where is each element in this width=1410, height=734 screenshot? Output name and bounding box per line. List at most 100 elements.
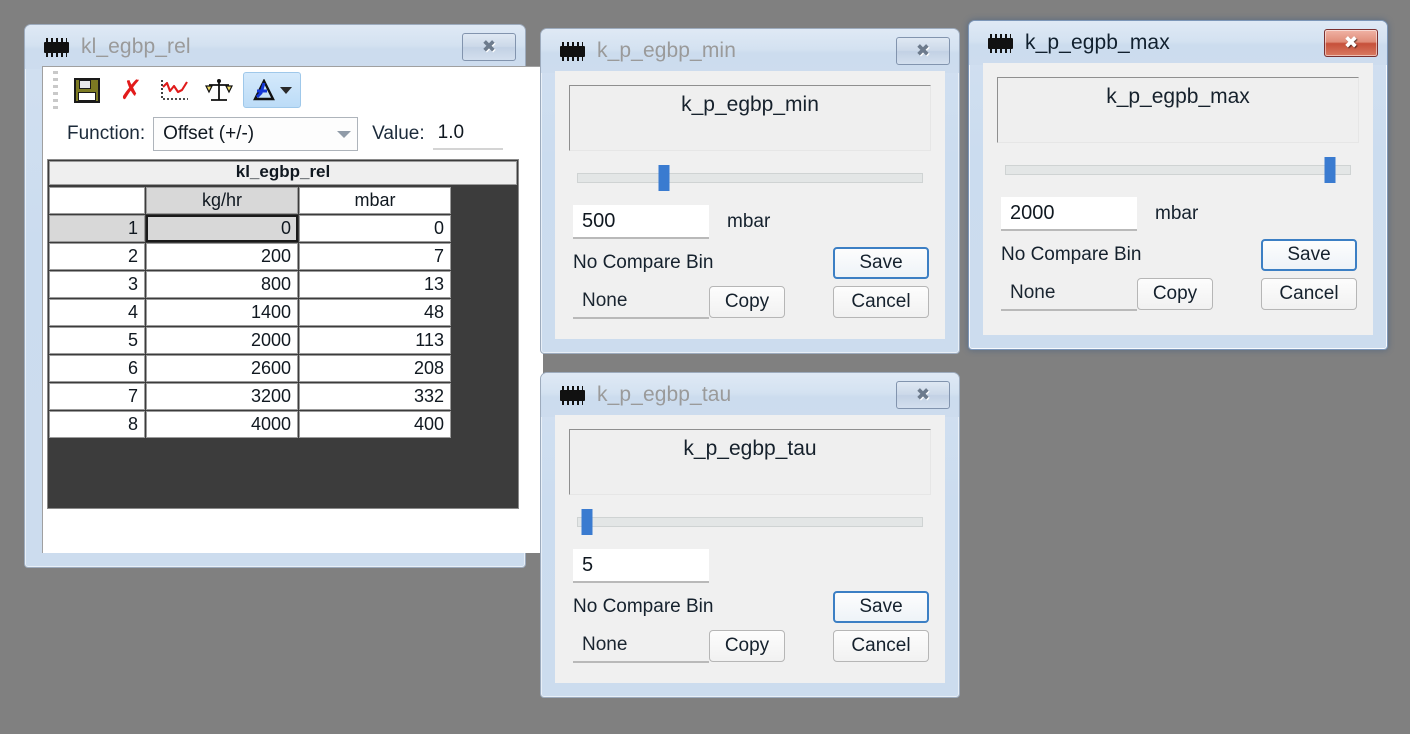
table-row[interactable]: 7 3200 332: [49, 383, 451, 410]
cell-x[interactable]: 800: [146, 271, 298, 298]
save-button[interactable]: [67, 72, 107, 108]
toolbar: ✗: [49, 67, 543, 113]
value-slider[interactable]: [577, 509, 923, 535]
compare-bin-select[interactable]: None: [573, 629, 709, 663]
titlebar-kl-egbp-rel[interactable]: kl_egbp_rel ✖: [25, 25, 525, 69]
toolbar-grip[interactable]: [53, 71, 58, 109]
save-button[interactable]: Save: [833, 247, 929, 279]
slider-track[interactable]: [1005, 165, 1351, 175]
delta-tool-button[interactable]: [243, 72, 301, 108]
table-row[interactable]: 4 1400 48: [49, 299, 451, 326]
column-header-y[interactable]: mbar: [299, 187, 451, 214]
window-k-p-egbp-min[interactable]: k_p_egbp_min ✖ k_p_egbp_min 500 mbar No …: [540, 28, 960, 354]
cell-y[interactable]: 7: [299, 243, 451, 270]
cell-y[interactable]: 113: [299, 327, 451, 354]
function-select[interactable]: Offset (+/-): [153, 117, 359, 151]
copy-button[interactable]: Copy: [709, 630, 785, 662]
table-row[interactable]: 8 4000 400: [49, 411, 451, 438]
delete-button[interactable]: ✗: [111, 72, 151, 108]
window-k-p-egpb-max[interactable]: k_p_egpb_max ✖ k_p_egpb_max 2000 mbar No…: [968, 20, 1388, 350]
cell-x[interactable]: 3200: [146, 383, 298, 410]
chip-icon: [987, 33, 1014, 53]
value-slider[interactable]: [577, 165, 923, 191]
save-button[interactable]: Save: [833, 591, 929, 623]
value-input[interactable]: 2000: [1001, 197, 1137, 231]
value-input[interactable]: 1.0: [432, 118, 503, 150]
close-icon: ✖: [915, 40, 931, 61]
copy-button[interactable]: Copy: [709, 286, 785, 318]
data-grid[interactable]: kl_egbp_rel kg/hr mbar 1 0 0 2 200 7 3 8…: [47, 159, 519, 509]
cell-x[interactable]: 200: [146, 243, 298, 270]
window-k-p-egbp-tau[interactable]: k_p_egbp_tau ✖ k_p_egbp_tau 5 No Compare…: [540, 372, 960, 698]
chevron-down-icon: [337, 130, 352, 138]
value-input[interactable]: 5: [573, 549, 709, 583]
close-button[interactable]: ✖: [1324, 29, 1378, 57]
close-button[interactable]: ✖: [896, 381, 950, 409]
value-label: Value:: [372, 123, 425, 144]
row-header[interactable]: 7: [49, 383, 145, 410]
table-row[interactable]: 6 2600 208: [49, 355, 451, 382]
compare-bin-select[interactable]: None: [1001, 277, 1137, 311]
compare-bin-label: No Compare Bin: [573, 596, 714, 617]
chip-icon: [559, 41, 586, 61]
cell-x[interactable]: 0: [146, 215, 298, 242]
close-button[interactable]: ✖: [896, 37, 950, 65]
cell-y[interactable]: 400: [299, 411, 451, 438]
titlebar-k-p-egpb-max[interactable]: k_p_egpb_max ✖: [969, 21, 1387, 65]
cell-y[interactable]: 208: [299, 355, 451, 382]
slider-thumb[interactable]: [1324, 157, 1336, 183]
table-header-row: kg/hr mbar: [49, 187, 451, 214]
cell-x[interactable]: 2000: [146, 327, 298, 354]
window-title: kl_egbp_rel: [81, 35, 191, 58]
cell-y[interactable]: 13: [299, 271, 451, 298]
delta-tool-icon: [252, 79, 275, 101]
value-slider[interactable]: [1005, 157, 1351, 183]
cell-x[interactable]: 2600: [146, 355, 298, 382]
grid-title: kl_egbp_rel: [49, 161, 517, 185]
table-row[interactable]: 1 0 0: [49, 215, 451, 242]
parameter-name-label: k_p_egbp_min: [569, 85, 931, 151]
cell-x[interactable]: 4000: [146, 411, 298, 438]
cell-y[interactable]: 0: [299, 215, 451, 242]
cancel-button[interactable]: Cancel: [833, 286, 929, 318]
row-header[interactable]: 2: [49, 243, 145, 270]
copy-button[interactable]: Copy: [1137, 278, 1213, 310]
slider-thumb[interactable]: [581, 509, 593, 535]
compare-bin-select[interactable]: None: [573, 285, 709, 319]
chevron-down-icon[interactable]: [279, 86, 292, 94]
cell-y[interactable]: 48: [299, 299, 451, 326]
chip-icon: [559, 385, 586, 405]
row-header[interactable]: 5: [49, 327, 145, 354]
window-kl-egbp-rel[interactable]: kl_egbp_rel ✖ ✗ Function: Offset (+/-) V…: [24, 24, 543, 568]
dialog-client: k_p_egbp_min 500 mbar No Compare Bin Sav…: [555, 71, 945, 339]
cancel-button[interactable]: Cancel: [1261, 278, 1357, 310]
close-button[interactable]: ✖: [462, 33, 516, 61]
slider-track[interactable]: [577, 173, 923, 183]
compare-bin-label: No Compare Bin: [573, 252, 714, 273]
floppy-save-icon: [74, 77, 100, 103]
column-header-x[interactable]: kg/hr: [146, 187, 298, 214]
value-input[interactable]: 500: [573, 205, 709, 239]
save-button[interactable]: Save: [1261, 239, 1357, 271]
titlebar-k-p-egbp-tau[interactable]: k_p_egbp_tau ✖: [541, 373, 959, 417]
table-row[interactable]: 2 200 7: [49, 243, 451, 270]
row-header[interactable]: 3: [49, 271, 145, 298]
curve-plot-icon: [161, 80, 188, 100]
close-icon: ✖: [1343, 32, 1359, 53]
compare-button[interactable]: [199, 72, 239, 108]
cancel-button[interactable]: Cancel: [833, 630, 929, 662]
curve-button[interactable]: [155, 72, 195, 108]
titlebar-k-p-egbp-min[interactable]: k_p_egbp_min ✖: [541, 29, 959, 73]
window-title: k_p_egbp_tau: [597, 383, 732, 406]
row-header[interactable]: 8: [49, 411, 145, 438]
slider-thumb[interactable]: [658, 165, 669, 191]
row-header[interactable]: 1: [49, 215, 145, 242]
table-row[interactable]: 5 2000 113: [49, 327, 451, 354]
row-header[interactable]: 4: [49, 299, 145, 326]
unit-label: mbar: [727, 211, 771, 232]
cell-x[interactable]: 1400: [146, 299, 298, 326]
table-row[interactable]: 3 800 13: [49, 271, 451, 298]
slider-track[interactable]: [577, 517, 923, 527]
row-header[interactable]: 6: [49, 355, 145, 382]
cell-y[interactable]: 332: [299, 383, 451, 410]
